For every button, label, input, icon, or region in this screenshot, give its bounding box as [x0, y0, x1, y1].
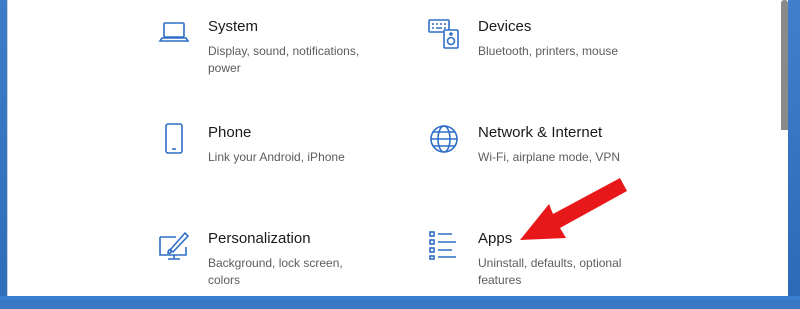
- annotation-arrow-icon: [520, 178, 627, 240]
